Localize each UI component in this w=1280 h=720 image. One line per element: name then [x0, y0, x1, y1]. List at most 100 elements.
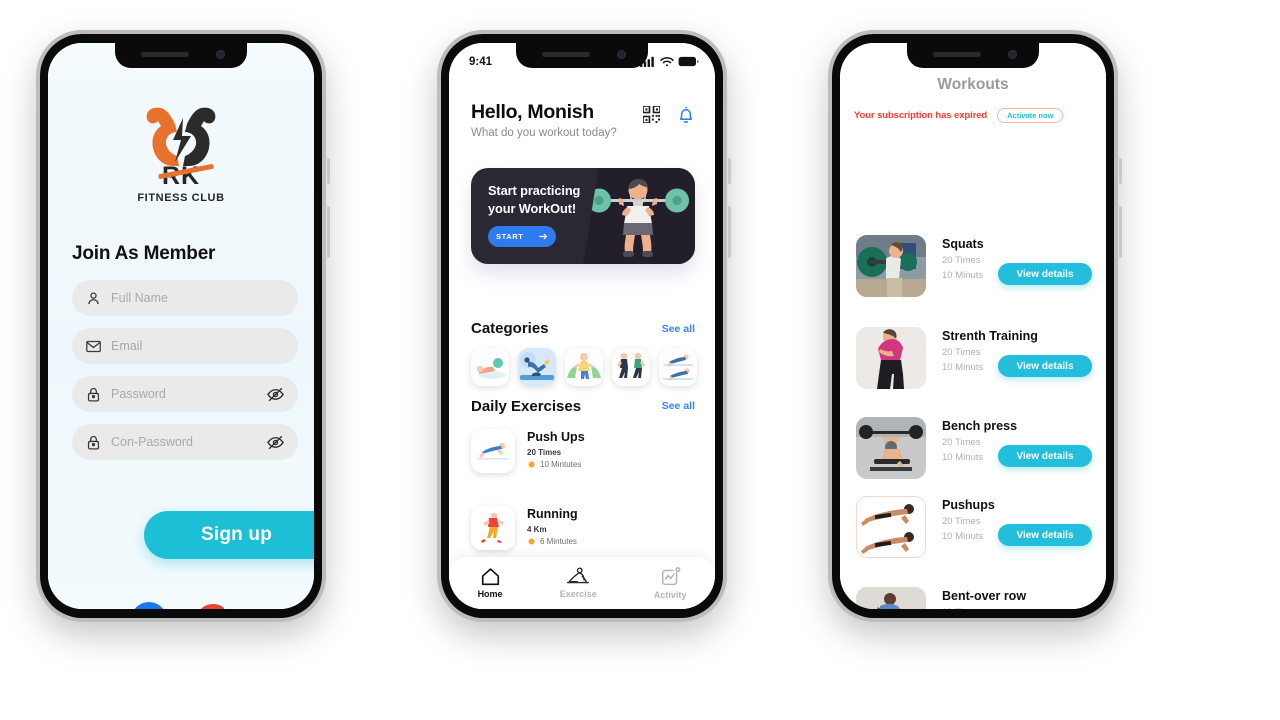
exercise-thumbnail: [471, 429, 515, 473]
phone1-volume-button: [327, 206, 330, 258]
daily-see-all-link[interactable]: See all: [662, 400, 695, 412]
front-camera: [1008, 50, 1017, 59]
daily-exercises-heading: Daily Exercises: [471, 398, 582, 415]
activity-chart-icon: [661, 566, 681, 585]
header-actions: [643, 105, 695, 124]
phone-mockup-signup: RK FITNESS CLUB Join As Member Full Name: [36, 30, 330, 622]
workout-times: 20 Times: [942, 516, 981, 527]
exercise-reps: 20 Times: [527, 448, 562, 457]
workout-row[interactable]: Bent-over row 20 Times 10 Minuts View de…: [856, 587, 1092, 609]
lock-icon: [87, 435, 100, 450]
categories-see-all-link[interactable]: See all: [662, 323, 695, 335]
social-login-row: [48, 601, 314, 609]
subscription-notice-bar: Your subscription has expired Activate n…: [854, 108, 1092, 123]
workout-duration: 10 Minuts: [942, 452, 984, 463]
category-tile[interactable]: [565, 348, 603, 386]
workout-row[interactable]: Squats 20 Times 10 Minuts View details: [856, 235, 1092, 305]
start-button[interactable]: START: [488, 226, 556, 247]
promo-banner[interactable]: Start practicing your WorkOut! START: [471, 168, 695, 264]
google-icon[interactable]: [194, 601, 232, 609]
envelope-icon: [86, 340, 101, 352]
workouts-list: Squats 20 Times 10 Minuts View details S…: [840, 135, 1106, 609]
workout-name: Bent-over row: [942, 589, 1027, 603]
bell-icon[interactable]: [677, 105, 695, 124]
running-pair-icon: [612, 348, 650, 386]
view-details-button[interactable]: View details: [998, 263, 1092, 285]
signup-screen: RK FITNESS CLUB Join As Member Full Name: [48, 43, 314, 609]
tab-activity[interactable]: Activity: [653, 566, 687, 600]
exercise-duration: 10 Mintutes: [540, 460, 582, 469]
eye-off-icon[interactable]: [266, 433, 285, 452]
exercise-duration-row: 10 Mintutes: [527, 460, 581, 469]
email-input[interactable]: Email: [72, 328, 298, 364]
qr-code-icon[interactable]: [643, 106, 660, 123]
workouts-screen: Workouts Your subscription has expired A…: [840, 43, 1106, 609]
view-details-button[interactable]: View details: [998, 445, 1092, 467]
bent-over-row-photo: [856, 587, 926, 609]
strength-training-photo: [856, 327, 926, 389]
categories-heading: Categories: [471, 320, 549, 337]
tab-home[interactable]: Home: [478, 567, 503, 599]
workout-name: Bench press: [942, 419, 1018, 433]
weightlifter-illustration: [587, 179, 689, 257]
tab-exercise[interactable]: Exercise: [560, 567, 597, 599]
earpiece-speaker: [933, 52, 981, 57]
workout-row[interactable]: Strenth Training 20 Times 10 Minuts View…: [856, 327, 1092, 397]
workout-photo: [856, 235, 926, 297]
workout-row[interactable]: Pushups 20 Times 10 Minuts View details: [856, 496, 1092, 566]
wifi-icon: [660, 57, 674, 67]
workout-times: 20 Times: [942, 607, 981, 609]
phone1-mute-button: [327, 158, 330, 184]
password-placeholder: Password: [111, 387, 166, 401]
view-details-button[interactable]: View details: [998, 524, 1092, 546]
category-tile[interactable]: [659, 348, 697, 386]
category-tile[interactable]: [612, 348, 650, 386]
exercise-item[interactable]: Push Ups 20 Times 10 Mintutes: [471, 429, 695, 481]
tab-home-label: Home: [477, 589, 503, 599]
phone-mockup-home: 9:41 Hello, Monish What do you workout t…: [437, 30, 731, 622]
confirm-password-placeholder: Con-Password: [111, 435, 193, 449]
phone3-mute-button: [1119, 158, 1122, 184]
sign-up-button[interactable]: Sign up: [144, 511, 314, 559]
password-input[interactable]: Password: [72, 376, 298, 412]
front-camera: [617, 50, 626, 59]
running-illustration: [471, 506, 515, 550]
lock-icon: [87, 387, 100, 402]
category-list: [471, 348, 697, 386]
facebook-icon[interactable]: [130, 601, 168, 609]
page-title: Workouts: [937, 76, 1009, 93]
stretch-icon: [567, 567, 590, 584]
stretching-icon: [565, 348, 603, 386]
arrow-right-icon: [539, 233, 548, 240]
view-details-button[interactable]: View details: [998, 355, 1092, 377]
category-tile[interactable]: [471, 348, 509, 386]
earpiece-speaker: [141, 52, 189, 57]
category-tile[interactable]: [518, 348, 556, 386]
earpiece-speaker: [542, 52, 590, 57]
workout-times: 20 Times: [942, 347, 981, 358]
logo-brand-text: RK: [157, 162, 214, 191]
activate-now-button[interactable]: Activate now: [997, 108, 1064, 123]
tab-activity-label: Activity: [653, 589, 687, 600]
workout-row[interactable]: Bench press 20 Times 10 Minuts View deta…: [856, 417, 1092, 487]
workout-photo: [856, 496, 926, 558]
phone2-volume-button: [728, 206, 731, 258]
full-name-placeholder: Full Name: [111, 291, 168, 305]
logo-tagline: FITNESS CLUB: [137, 192, 225, 204]
page-title: Join As Member: [72, 243, 216, 264]
person-icon: [88, 291, 99, 304]
home-icon: [481, 568, 499, 586]
squats-photo: [856, 235, 926, 297]
workout-duration: 10 Minuts: [942, 531, 984, 542]
sign-up-label: Sign up: [200, 524, 273, 545]
exercise-item[interactable]: Running 4 Km 6 Mintutes: [471, 506, 695, 558]
bench-press-photo: [856, 417, 926, 479]
eye-off-icon[interactable]: [266, 385, 285, 404]
floor-exercise-icon: [471, 348, 509, 386]
confirm-password-input[interactable]: Con-Password: [72, 424, 298, 460]
workout-name: Strenth Training: [942, 329, 1038, 343]
clock-icon: [527, 537, 536, 546]
workout-times: 20 Times: [942, 255, 981, 266]
full-name-input[interactable]: Full Name: [72, 280, 298, 316]
tab-exercise-label: Exercise: [559, 589, 597, 599]
